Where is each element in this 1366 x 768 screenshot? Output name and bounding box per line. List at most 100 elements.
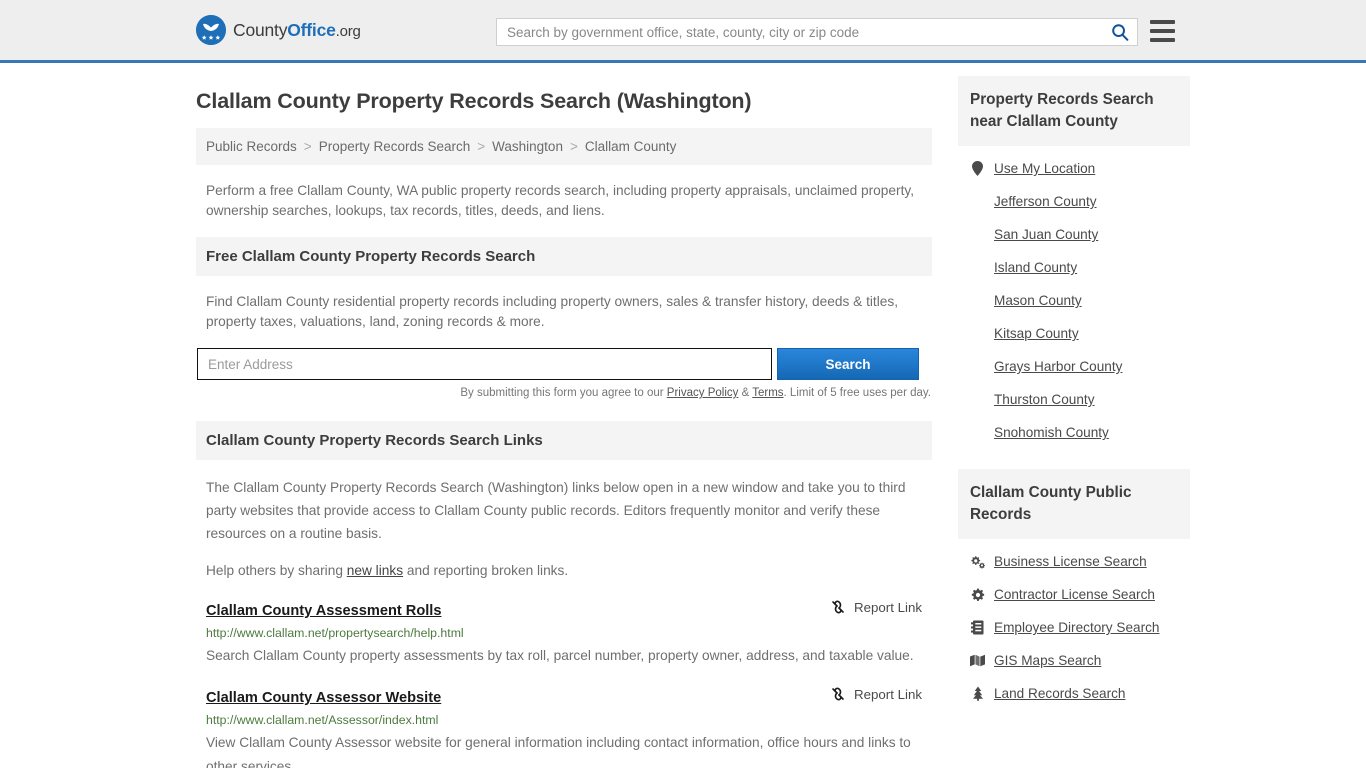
- share-links-paragraph: Help others by sharing new links and rep…: [196, 561, 932, 581]
- search-icon: [1111, 23, 1129, 41]
- link-entry: Clallam County Assessment Rolls Report L…: [196, 599, 932, 668]
- link-entry: Clallam County Assessor Website Report L…: [196, 686, 932, 768]
- sidebar-item-snohomish-county[interactable]: Snohomish County: [958, 416, 1190, 449]
- address-search-button[interactable]: Search: [777, 348, 919, 380]
- links-section-paragraph: The Clallam County Property Records Sear…: [196, 476, 932, 545]
- new-links-link[interactable]: new links: [347, 563, 403, 578]
- link-entry-header: Clallam County Assessment Rolls Report L…: [206, 599, 922, 619]
- global-search-input[interactable]: [497, 25, 1103, 40]
- brand-part-tld: .org: [336, 23, 361, 40]
- address-search-form: Search: [196, 348, 932, 380]
- free-search-description: Find Clallam County residential property…: [196, 292, 932, 332]
- breadcrumb-item-public-records[interactable]: Public Records: [206, 139, 297, 154]
- main-content: Clallam County Property Records Search (…: [196, 63, 932, 768]
- link-entry-title[interactable]: Clallam County Assessment Rolls: [206, 603, 441, 619]
- breadcrumb-item-property-records-search[interactable]: Property Records Search: [319, 139, 471, 154]
- breadcrumb: Public Records > Property Records Search…: [196, 128, 932, 165]
- countyoffice-logo-icon: [196, 15, 226, 45]
- sidebar-item-label[interactable]: Snohomish County: [994, 425, 1109, 440]
- tree-icon: [970, 686, 985, 701]
- sidebar-item-use-my-location[interactable]: Use My Location: [958, 152, 1190, 185]
- global-search-bar[interactable]: [496, 18, 1138, 46]
- cog-icon: [970, 588, 985, 602]
- map-icon: [970, 654, 985, 667]
- terms-link[interactable]: Terms: [752, 387, 783, 399]
- report-link-button[interactable]: Report Link: [830, 599, 922, 615]
- sidebar-item-label[interactable]: Thurston County: [994, 392, 1095, 407]
- site-logo-text: CountyOffice.org: [233, 20, 361, 41]
- sidebar-item-label[interactable]: Use My Location: [994, 161, 1095, 176]
- sidebar-nearby-list: Use My Location Jefferson County San Jua…: [958, 146, 1190, 449]
- sidebar-item-business-license-search[interactable]: Business License Search: [958, 545, 1190, 578]
- breadcrumb-item-clallam-county[interactable]: Clallam County: [585, 139, 677, 154]
- brand-part-county: County: [233, 20, 287, 40]
- address-book-icon: [970, 620, 985, 635]
- breadcrumb-item-washington[interactable]: Washington: [492, 139, 563, 154]
- sidebar-item-land-records-search[interactable]: Land Records Search: [958, 677, 1190, 710]
- link-entry-description: Search Clallam County property assessmen…: [206, 644, 922, 668]
- report-link-label: Report Link: [854, 687, 922, 702]
- disclaimer-amp: &: [738, 387, 752, 399]
- link-entry-url: http://www.clallam.net/propertysearch/he…: [206, 626, 922, 640]
- sidebar-item-employee-directory-search[interactable]: Employee Directory Search: [958, 611, 1190, 644]
- sidebar-nearby-heading: Property Records Search near Clallam Cou…: [958, 76, 1190, 146]
- share-prefix: Help others by sharing: [206, 563, 347, 578]
- sidebar-item-label[interactable]: Mason County: [994, 293, 1082, 308]
- disclaimer-prefix: By submitting this form you agree to our: [460, 387, 666, 399]
- page-title: Clallam County Property Records Search (…: [196, 89, 932, 114]
- site-header: CountyOffice.org: [0, 0, 1366, 63]
- sidebar-item-label[interactable]: Business License Search: [994, 554, 1147, 569]
- sidebar-item-label[interactable]: Contractor License Search: [994, 587, 1155, 602]
- sidebar-item-label[interactable]: Land Records Search: [994, 686, 1125, 701]
- page-container: Clallam County Property Records Search (…: [0, 63, 1366, 768]
- sidebar-item-thurston-county[interactable]: Thurston County: [958, 383, 1190, 416]
- disclaimer-suffix: . Limit of 5 free uses per day.: [784, 387, 931, 399]
- address-input[interactable]: [197, 348, 772, 380]
- report-link-label: Report Link: [854, 600, 922, 615]
- share-suffix: and reporting broken links.: [403, 563, 568, 578]
- links-section-heading: Clallam County Property Records Search L…: [196, 421, 932, 460]
- hamburger-menu-icon[interactable]: [1150, 20, 1175, 42]
- breadcrumb-separator: >: [297, 139, 319, 154]
- privacy-policy-link[interactable]: Privacy Policy: [667, 387, 739, 399]
- sidebar-item-label[interactable]: GIS Maps Search: [994, 653, 1101, 668]
- sidebar-item-label[interactable]: Jefferson County: [994, 194, 1097, 209]
- link-entry-title[interactable]: Clallam County Assessor Website: [206, 690, 441, 706]
- sidebar-public-records-heading: Clallam County Public Records: [958, 469, 1190, 539]
- broken-link-icon: [830, 686, 846, 702]
- sidebar-item-kitsap-county[interactable]: Kitsap County: [958, 317, 1190, 350]
- sidebar-item-label[interactable]: Grays Harbor County: [994, 359, 1122, 374]
- sidebar-item-island-county[interactable]: Island County: [958, 251, 1190, 284]
- intro-paragraph: Perform a free Clallam County, WA public…: [196, 181, 932, 221]
- link-entry-url: http://www.clallam.net/Assessor/index.ht…: [206, 713, 922, 727]
- site-logo[interactable]: CountyOffice.org: [196, 15, 361, 45]
- report-link-button[interactable]: Report Link: [830, 686, 922, 702]
- sidebar-item-label[interactable]: Kitsap County: [994, 326, 1079, 341]
- sidebar: Property Records Search near Clallam Cou…: [958, 63, 1190, 720]
- sidebar-item-label[interactable]: Island County: [994, 260, 1077, 275]
- free-search-heading: Free Clallam County Property Records Sea…: [196, 237, 932, 276]
- sidebar-item-label[interactable]: Employee Directory Search: [994, 620, 1159, 635]
- sidebar-item-gis-maps-search[interactable]: GIS Maps Search: [958, 644, 1190, 677]
- sidebar-public-records-list: Business License Search Contractor Licen…: [958, 539, 1190, 710]
- sidebar-nearby-panel: Property Records Search near Clallam Cou…: [958, 76, 1190, 449]
- sidebar-item-san-juan-county[interactable]: San Juan County: [958, 218, 1190, 251]
- breadcrumb-separator: >: [470, 139, 492, 154]
- sidebar-item-contractor-license-search[interactable]: Contractor License Search: [958, 578, 1190, 611]
- link-entry-header: Clallam County Assessor Website Report L…: [206, 686, 922, 706]
- sidebar-public-records-panel: Clallam County Public Records Business L…: [958, 469, 1190, 710]
- form-disclaimer: By submitting this form you agree to our…: [196, 387, 932, 399]
- sidebar-item-label[interactable]: San Juan County: [994, 227, 1098, 242]
- brand-part-office: Office: [287, 20, 335, 40]
- cogs-icon: [970, 555, 985, 569]
- hamburger-bar: [1150, 29, 1175, 33]
- breadcrumb-separator: >: [563, 139, 585, 154]
- sidebar-item-mason-county[interactable]: Mason County: [958, 284, 1190, 317]
- map-pin-icon: [970, 161, 985, 176]
- sidebar-item-jefferson-county[interactable]: Jefferson County: [958, 185, 1190, 218]
- sidebar-item-grays-harbor-county[interactable]: Grays Harbor County: [958, 350, 1190, 383]
- global-search-button[interactable]: [1103, 19, 1137, 45]
- link-entry-description: View Clallam County Assessor website for…: [206, 731, 922, 768]
- hamburger-bar: [1150, 38, 1175, 42]
- broken-link-icon: [830, 599, 846, 615]
